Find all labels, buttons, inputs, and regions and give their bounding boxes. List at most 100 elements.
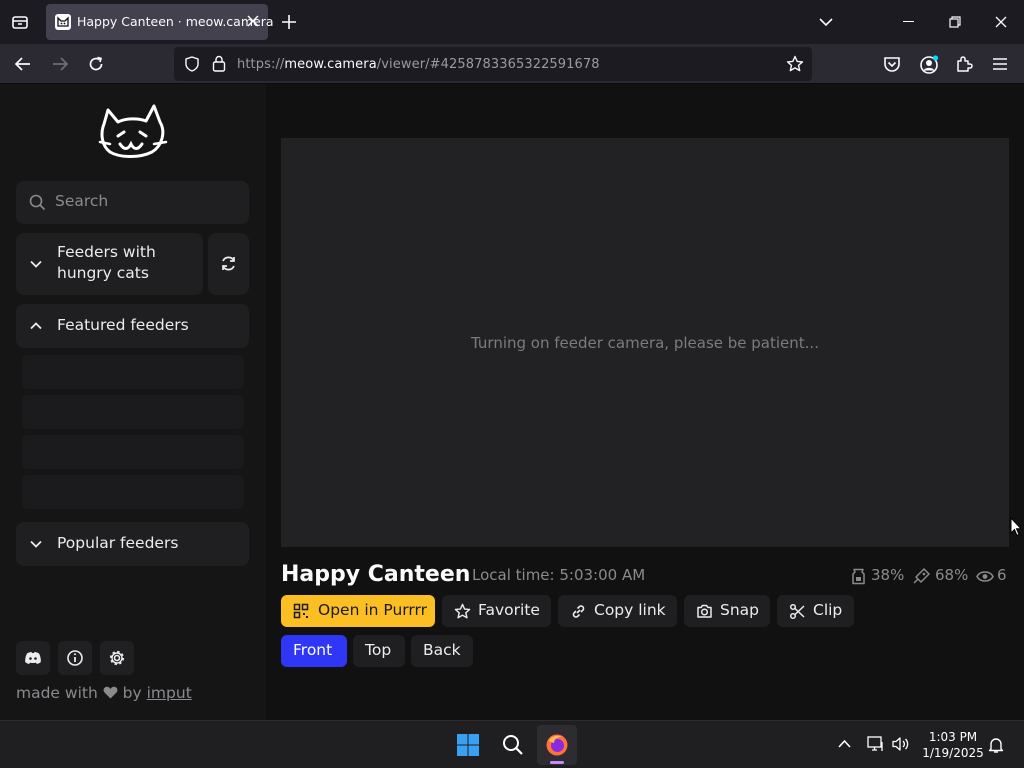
active-app-indicator	[550, 761, 564, 764]
hungry-feeders-section-toggle[interactable]: Feeders with hungry cats	[16, 233, 203, 295]
reload-icon[interactable]	[87, 55, 105, 73]
discord-button[interactable]	[16, 641, 50, 675]
favorite-label: Favorite	[478, 601, 540, 619]
camera-loading-message: Turning on feeder camera, please be pati…	[471, 334, 819, 352]
windows-start-icon[interactable]	[456, 733, 480, 757]
eye-viewers-icon	[976, 570, 994, 583]
popular-feeders-section-toggle[interactable]: Popular feeders	[16, 522, 249, 566]
open-in-purrrr-label: Open in Purrrr	[318, 601, 427, 619]
url-text[interactable]: https://meow.camera/viewer/#425878336532…	[237, 57, 600, 72]
extensions-puzzle-icon[interactable]	[955, 55, 973, 73]
camera-view-back-button[interactable]: Back	[411, 635, 473, 667]
taskbar-clock-date[interactable]: 1/19/2025	[918, 746, 988, 760]
hungry-feeders-label: Feeders with hungry cats	[57, 243, 156, 282]
copy-link-label: Copy link	[594, 601, 666, 619]
copy-link-button[interactable]: Copy link	[558, 595, 677, 627]
restore-window-icon[interactable]	[949, 16, 961, 28]
featured-feeders-section-toggle[interactable]: Featured feeders	[16, 304, 249, 348]
popular-feeders-label: Popular feeders	[57, 534, 179, 552]
forward-arrow-icon[interactable]	[51, 55, 69, 73]
url-path: /viewer/#4258783365322591678	[376, 57, 600, 72]
food-level-stat: 68%	[935, 566, 969, 584]
mouse-pointer-icon	[1010, 517, 1022, 537]
url-scheme: https://	[237, 57, 285, 72]
food-bowl-icon	[913, 567, 931, 585]
app-menu-hamburger-icon[interactable]	[992, 57, 1008, 71]
refresh-hungry-feeders-button[interactable]	[208, 233, 249, 295]
lock-icon[interactable]	[212, 55, 226, 72]
tab-title: Happy Canteen · meow.camera	[77, 14, 274, 29]
taskbar-search-icon[interactable]	[502, 734, 524, 756]
firefox-icon	[546, 734, 568, 756]
favorite-button[interactable]: Favorite	[442, 595, 551, 627]
minimize-window-icon[interactable]	[903, 21, 914, 22]
camera-icon	[697, 604, 712, 618]
heart-icon	[103, 686, 118, 699]
food-storage-icon	[851, 568, 866, 585]
camera-stream-player[interactable]: Turning on feeder camera, please be pati…	[281, 138, 1009, 547]
account-icon[interactable]	[919, 55, 939, 75]
featured-feeder-placeholder	[22, 475, 244, 509]
clip-button[interactable]: Clip	[777, 595, 854, 627]
url-host: meow.camera	[284, 57, 377, 72]
chevron-down-icon	[29, 257, 43, 271]
camera-view-back-label: Back	[423, 641, 461, 659]
taskbar-clock-time[interactable]: 1:03 PM	[918, 730, 988, 744]
chevron-up-icon	[29, 319, 43, 333]
new-tab-icon[interactable]	[281, 14, 297, 30]
camera-view-front-label: Front	[293, 641, 333, 659]
list-all-tabs-icon[interactable]	[818, 15, 834, 29]
camera-view-top-button[interactable]: Top	[353, 635, 405, 667]
search-placeholder: Search	[55, 192, 109, 210]
network-icon[interactable]	[867, 736, 885, 752]
tab-overview-icon[interactable]	[10, 12, 30, 32]
clip-label: Clip	[813, 601, 843, 619]
back-arrow-icon[interactable]	[14, 55, 32, 73]
pocket-icon[interactable]	[883, 56, 901, 73]
search-icon	[29, 194, 46, 211]
settings-button[interactable]	[100, 641, 134, 675]
bookmark-star-icon[interactable]	[786, 55, 804, 73]
featured-feeder-placeholder	[22, 395, 244, 429]
link-icon	[572, 605, 585, 618]
windows-taskbar: 1:03 PM 1/19/2025	[0, 720, 1024, 768]
close-tab-icon[interactable]	[246, 14, 260, 28]
made-with-text: made with	[16, 684, 98, 702]
browser-toolbar: https://meow.camera/viewer/#425878336532…	[0, 44, 1024, 84]
chevron-down-icon	[29, 537, 43, 551]
featured-feeders-label: Featured feeders	[57, 316, 189, 334]
snap-label: Snap	[720, 601, 759, 619]
snap-button[interactable]: Snap	[684, 595, 770, 627]
meow-camera-cat-logo-icon[interactable]	[98, 102, 168, 164]
star-icon	[454, 603, 471, 619]
notification-bell-icon[interactable]	[988, 736, 1004, 754]
open-in-purrrr-button[interactable]: Open in Purrrr	[281, 595, 435, 627]
close-window-icon[interactable]	[995, 16, 1007, 28]
browser-tab-active[interactable]: Happy Canteen · meow.camera	[46, 4, 274, 40]
refresh-icon	[220, 255, 237, 272]
by-text: by	[122, 684, 142, 702]
about-button[interactable]	[58, 641, 92, 675]
camera-view-top-label: Top	[365, 641, 392, 659]
search-input[interactable]: Search	[16, 181, 249, 224]
feeder-local-time: Local time: 5:03:00 AM	[472, 566, 646, 584]
footer-credit: made with by imput	[16, 684, 192, 702]
featured-feeder-placeholder	[22, 435, 244, 469]
scissors-icon	[789, 603, 805, 620]
imput-link[interactable]: imput	[147, 684, 192, 702]
taskbar-firefox-button[interactable]	[537, 725, 577, 765]
volume-speaker-icon[interactable]	[892, 736, 910, 752]
feeder-name-title: Happy Canteen	[281, 562, 471, 587]
featured-feeder-placeholder	[22, 355, 244, 389]
address-bar[interactable]: https://meow.camera/viewer/#425878336532…	[174, 47, 812, 81]
viewer-count-stat: 6	[997, 566, 1007, 584]
discord-icon	[25, 652, 41, 664]
camera-view-front-button[interactable]: Front	[281, 635, 347, 667]
tracking-protection-shield-icon[interactable]	[184, 56, 200, 72]
page-content: Search Feeders with hungry cats Featured…	[0, 84, 1024, 720]
show-hidden-icons-chevron-icon[interactable]	[838, 739, 851, 749]
food-storage-stat: 38%	[871, 566, 905, 584]
info-icon	[67, 650, 83, 666]
gear-icon	[109, 650, 125, 666]
browser-tab-strip: Happy Canteen · meow.camera	[0, 0, 1024, 44]
